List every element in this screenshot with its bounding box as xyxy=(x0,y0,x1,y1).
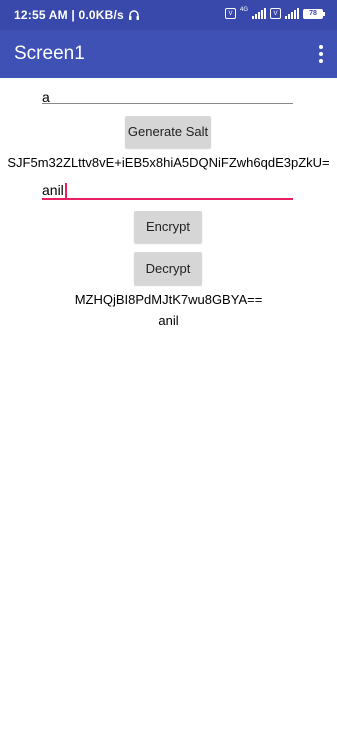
salt-output: SJF5m32ZLttv8vE+iEB5x8hiA5DQNiFZwh6qdE3p… xyxy=(7,155,330,170)
status-left: 12:55 AM | 0.0KB/s xyxy=(14,8,140,22)
status-bar: 12:55 AM | 0.0KB/s V 4G V 78 xyxy=(0,0,337,30)
headset-icon xyxy=(128,9,140,21)
text-cursor xyxy=(64,183,67,200)
text-input-underline xyxy=(42,198,293,200)
battery-icon: 78 xyxy=(303,8,325,19)
salt-input[interactable] xyxy=(42,86,293,108)
text-input-value: anil xyxy=(42,182,64,198)
volte-icon-2: V xyxy=(270,8,281,19)
status-time-speed: 12:55 AM | 0.0KB/s xyxy=(14,8,124,22)
encrypted-output: MZHQjBI8PdMJtK7wu8GBYA== xyxy=(74,292,263,307)
signal-strength-icon xyxy=(252,8,266,19)
network-type-label: 4G xyxy=(239,6,248,13)
overflow-menu-icon[interactable] xyxy=(319,45,323,63)
status-right: V 4G V 78 xyxy=(224,6,325,19)
app-bar: Screen1 xyxy=(0,30,337,78)
generate-salt-button[interactable]: Generate Salt xyxy=(125,116,211,148)
salt-input-underline xyxy=(42,103,293,104)
decrypted-output: anil xyxy=(158,313,179,328)
encrypt-button[interactable]: Encrypt xyxy=(134,211,202,243)
decrypt-button[interactable]: Decrypt xyxy=(134,252,202,285)
app-title: Screen1 xyxy=(14,43,85,64)
volte-icon: V xyxy=(224,8,236,19)
signal-strength-icon-2 xyxy=(285,8,299,19)
